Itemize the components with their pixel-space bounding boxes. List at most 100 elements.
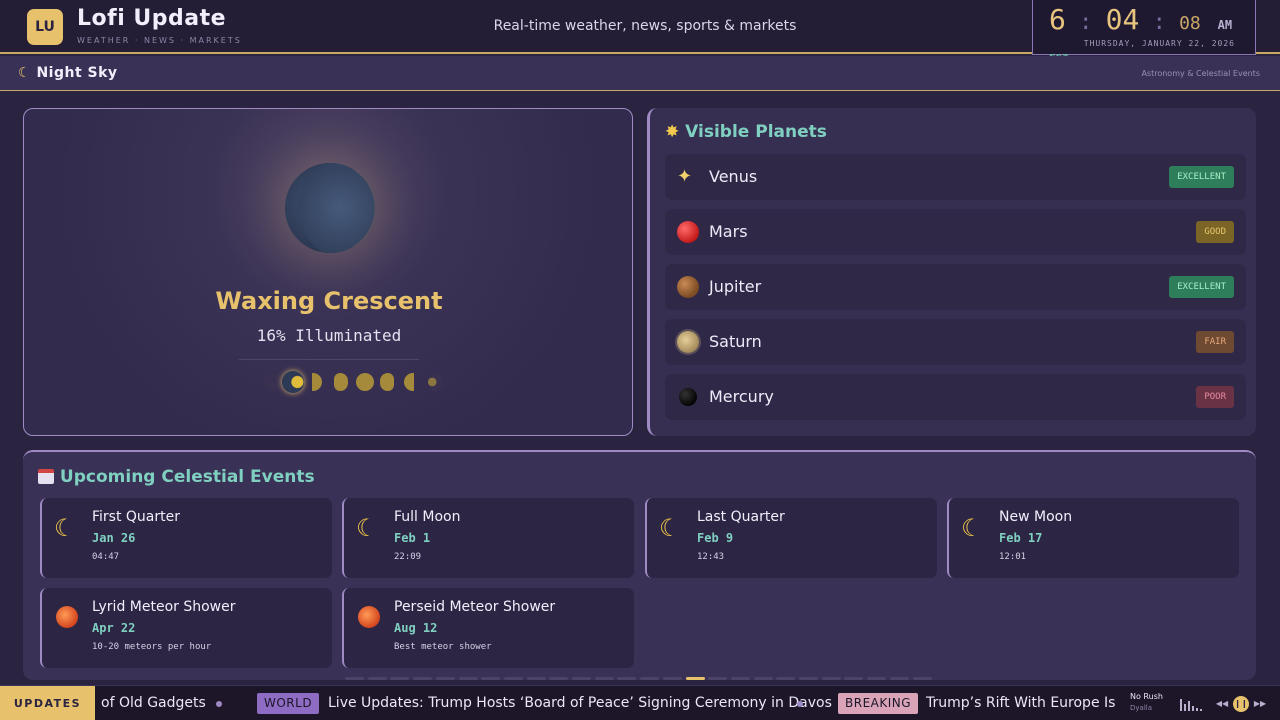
planets-heading: ✸ Visible Planets <box>665 122 827 142</box>
planets-heading-label: Visible Planets <box>685 122 827 142</box>
clock-date: THURSDAY, JANUARY 22, 2026 <box>1083 39 1235 48</box>
moon-illumination: 16% Illuminated <box>256 326 402 345</box>
event-detail: 12:01 <box>999 552 1027 562</box>
ticker-headline[interactable]: of Old Gadgets <box>101 695 206 711</box>
event-card[interactable]: ☾ Full Moon Feb 1 22:09 <box>342 498 634 578</box>
section-bar: ☾ Night Sky Astronomy & Celestial Events <box>0 56 1280 91</box>
page-dot-active[interactable] <box>685 677 705 680</box>
planet-row[interactable]: ✦ Venus EXCELLENT <box>665 154 1246 200</box>
clock-second: 08 <box>1179 13 1201 34</box>
event-card[interactable]: ☾ First Quarter Jan 26 04:47 <box>40 498 332 578</box>
ticker-headline[interactable]: Live Updates: Trump Hosts ‘Board of Peac… <box>328 695 832 711</box>
moon-shadow <box>299 163 375 253</box>
ticker-separator <box>797 701 803 707</box>
phase-icon-waning-crescent <box>428 373 442 391</box>
ticker-headline[interactable]: Trump’s Rift With Europe Is Cl <box>926 695 1118 711</box>
page-dot[interactable] <box>889 677 909 680</box>
next-icon[interactable]: ▶▶ <box>1252 696 1268 712</box>
previous-icon[interactable]: ◀◀ <box>1214 696 1230 712</box>
page-dot[interactable] <box>345 677 364 680</box>
crescent-moon-icon: ☾ <box>54 514 76 542</box>
event-date: Apr 22 <box>92 621 136 635</box>
page-dot[interactable] <box>821 677 841 680</box>
event-date: Feb 9 <box>697 531 734 545</box>
event-detail: Best meteor shower <box>394 642 492 652</box>
event-name: Last Quarter <box>697 509 785 525</box>
phase-icon-waxing-gibbous <box>334 373 348 391</box>
divider <box>239 359 419 360</box>
visible-planets-panel: ✸ Visible Planets ✦ Venus EXCELLENT Mars… <box>647 108 1256 436</box>
planet-row[interactable]: Saturn FAIR <box>665 319 1246 365</box>
page-dot[interactable] <box>390 677 410 680</box>
planet-name: Saturn <box>709 332 762 351</box>
visibility-badge: EXCELLENT <box>1169 276 1234 298</box>
page-dot[interactable] <box>481 677 501 680</box>
ticker-category-tag: WORLD <box>257 693 320 714</box>
visibility-badge: EXCELLENT <box>1169 166 1234 188</box>
app-subtitle: WEATHER · NEWS · MARKETS <box>77 36 242 45</box>
page-dot[interactable] <box>799 677 818 680</box>
event-name: New Moon <box>999 509 1073 525</box>
ringed-planet-icon <box>677 331 699 353</box>
event-card[interactable]: ☾ New Moon Feb 17 12:01 <box>947 498 1239 578</box>
event-date: Feb 17 <box>999 531 1043 545</box>
event-card[interactable]: Lyrid Meteor Shower Apr 22 10-20 meteors… <box>40 588 332 668</box>
planet-row[interactable]: Mars GOOD <box>665 209 1246 255</box>
clock-hour: 6 <box>1049 3 1066 36</box>
pause-icon[interactable]: ❙❙ <box>1233 696 1249 712</box>
planet-row[interactable]: Mercury POOR <box>665 374 1246 420</box>
event-name: Full Moon <box>394 509 461 525</box>
event-detail: 10-20 meteors per hour <box>92 642 212 652</box>
planet-name: Mercury <box>709 387 774 406</box>
crescent-moon-icon: ☾ <box>961 514 983 542</box>
red-planet-icon <box>677 221 699 243</box>
ticker-track: of Old Gadgets WORLD Live Updates: Trump… <box>95 686 1118 720</box>
planet-row[interactable]: Jupiter EXCELLENT <box>665 264 1246 310</box>
planet-name: Jupiter <box>709 277 762 296</box>
page-dot[interactable] <box>640 677 660 680</box>
calendar-icon <box>38 469 54 484</box>
page-dot[interactable] <box>708 677 728 680</box>
page-dot[interactable] <box>367 677 387 680</box>
planet-name: Venus <box>709 167 758 186</box>
page-dot[interactable] <box>617 677 637 680</box>
page-dot[interactable] <box>458 677 478 680</box>
crescent-moon-icon: ☾ <box>18 65 32 81</box>
ticker-label: UPDATES <box>0 686 95 720</box>
clock-colon: : <box>1139 10 1180 35</box>
planet-name: Mars <box>709 222 748 241</box>
page-dot[interactable] <box>912 677 932 680</box>
clock-minute: 04 <box>1105 3 1140 36</box>
page-dot[interactable] <box>594 677 614 680</box>
phase-icon-full <box>356 373 374 391</box>
event-detail: 04:47 <box>92 552 120 562</box>
clock-ampm: AM <box>1217 18 1233 32</box>
page-dot[interactable] <box>776 677 796 680</box>
event-card[interactable]: Perseid Meteor Shower Aug 12 Best meteor… <box>342 588 634 668</box>
crescent-moon-icon: ☾ <box>356 514 378 542</box>
section-title: ☾ Night Sky <box>18 65 118 81</box>
news-ticker: UPDATES of Old Gadgets WORLD Live Update… <box>0 685 1280 720</box>
event-card[interactable]: ☾ Last Quarter Feb 9 12:43 <box>645 498 937 578</box>
track-title: No Rush <box>1130 692 1163 701</box>
event-name: First Quarter <box>92 509 180 525</box>
page-dot[interactable] <box>413 677 433 680</box>
celestial-events-panel: Upcoming Celestial Events ☾ First Quarte… <box>23 450 1256 680</box>
page-dot[interactable] <box>526 677 546 680</box>
page-dot[interactable] <box>844 677 864 680</box>
page-dot[interactable] <box>549 677 569 680</box>
page-dot[interactable] <box>435 677 455 680</box>
page-dot[interactable] <box>503 677 523 680</box>
equalizer-icon <box>1180 697 1204 711</box>
event-detail: 12:43 <box>697 552 725 562</box>
event-detail: 22:09 <box>394 552 422 562</box>
comet-icon <box>358 606 380 628</box>
event-name: Perseid Meteor Shower <box>394 599 556 615</box>
page-dot[interactable] <box>662 677 682 680</box>
page-dot[interactable] <box>867 677 887 680</box>
visibility-badge: FAIR <box>1196 331 1234 353</box>
page-dot[interactable] <box>753 677 773 680</box>
page-dot[interactable] <box>572 677 591 680</box>
page-dot[interactable] <box>730 677 750 680</box>
moon-phase-strip <box>244 371 442 395</box>
